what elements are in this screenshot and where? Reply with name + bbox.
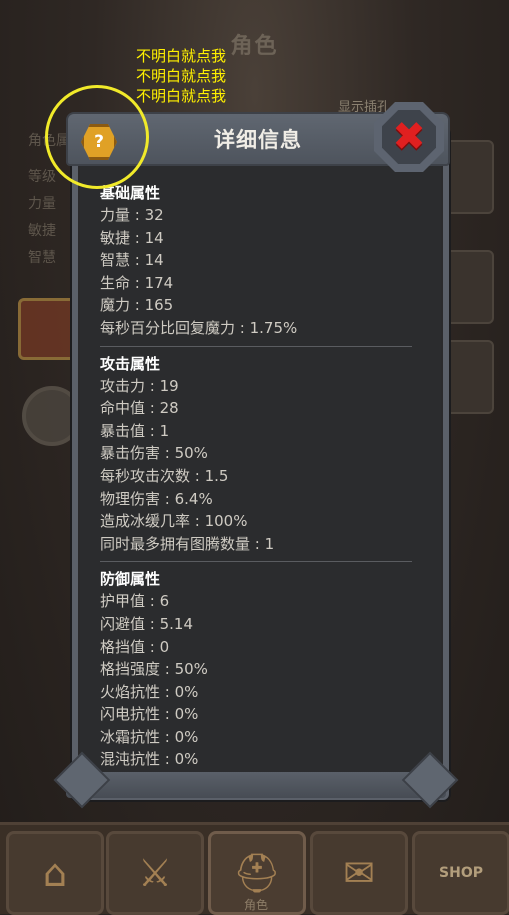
section-attack: 攻击属性 攻击力 : 19 命中值 : 28 暴击值 : 1 暴击伤害 : 50… [100,353,412,556]
close-icon-frame: ✖ [382,110,436,164]
section-heading: 基础属性 [100,184,161,202]
bg-label-level: 等级 [28,169,56,185]
stat-row: 混沌抗性 : 0% [100,750,199,769]
highlight-circle [45,85,149,189]
stat-row: 生命 : 174 [100,273,174,292]
stat-row: 每秒攻击次数 : 1.5 [100,466,229,485]
nav-active-label: 角色 [243,898,268,912]
stat-row: 每秒百分比回复魔力 : 1.75% [100,318,298,337]
screen-title: 角色 [230,34,279,59]
stat-row: 火焰抗性 : 0% [100,682,199,701]
bg-label-wisdom: 智慧 [28,250,56,266]
home-icon: ⌂ [42,851,68,895]
shop-icon: SHOP [439,865,483,881]
helmet-icon: ⛑ [232,850,282,895]
nav-quest-button[interactable]: ✉ [310,831,408,915]
sword-shield-icon: ⚔ [137,851,173,895]
stat-row: 格挡强度 : 50% [100,660,208,679]
spellbook-icon [18,298,78,360]
section-defense: 防御属性 护甲值 : 6 闪避值 : 5.14 格挡值 : 0 格挡强度 : 5… [100,568,412,771]
stat-row: 闪避值 : 5.14 [100,614,193,633]
section-heading: 攻击属性 [100,354,161,373]
stat-row: 魔力 : 165 [100,296,174,315]
stat-row: 暴击值 : 1 [100,421,170,440]
stat-row: 造成冰缓几率 : 100% [100,512,248,531]
nav-home-button[interactable]: ⌂ [6,831,104,915]
section-divider [100,345,412,347]
stat-row: 格挡值 : 0 [100,637,170,656]
section-divider [100,561,412,563]
stat-row: 冰霜抗性 : 0% [100,727,199,746]
close-icon: ✖ [392,114,426,160]
section-basic: 基础属性 力量 : 32 敏捷 : 14 智慧 : 14 生命 : 174 魔力… [100,182,412,340]
dialog-footer [66,772,446,798]
nav-equipment-button[interactable]: ⚔ [106,831,204,915]
scroll-icon: ✉ [343,851,375,895]
close-button[interactable]: ✖ [374,102,444,172]
hint-line: 不明白就点我 [136,87,227,105]
stat-row: 智慧 : 14 [100,251,164,270]
hint-line: 不明白就点我 [136,47,227,65]
hint-line: 不明白就点我 [136,67,227,85]
stats-list: 基础属性 力量 : 32 敏捷 : 14 智慧 : 14 生命 : 174 魔力… [100,182,412,784]
stat-row: 敏捷 : 14 [100,228,164,247]
stat-row: 同时最多拥有图腾数量 : 1 [100,534,275,553]
bg-label-agility: 敏捷 [28,223,56,239]
stat-row: 命中值 : 28 [100,399,179,418]
stat-row: 物理伤害 : 6.4% [100,489,213,508]
section-heading: 防御属性 [100,570,161,589]
bg-label-strength: 力量 [28,196,56,212]
stat-row: 力量 : 32 [100,206,164,224]
stat-row: 闪电抗性 : 0% [100,705,199,724]
stat-row: 暴击伤害 : 50% [100,444,208,463]
nav-shop-button[interactable]: SHOP [412,831,509,915]
hint-annotation: 不明白就点我 不明白就点我 不明白就点我 [136,46,226,106]
stat-row: 护甲值 : 6 [100,592,170,611]
stat-row: 攻击力 : 19 [100,376,179,395]
